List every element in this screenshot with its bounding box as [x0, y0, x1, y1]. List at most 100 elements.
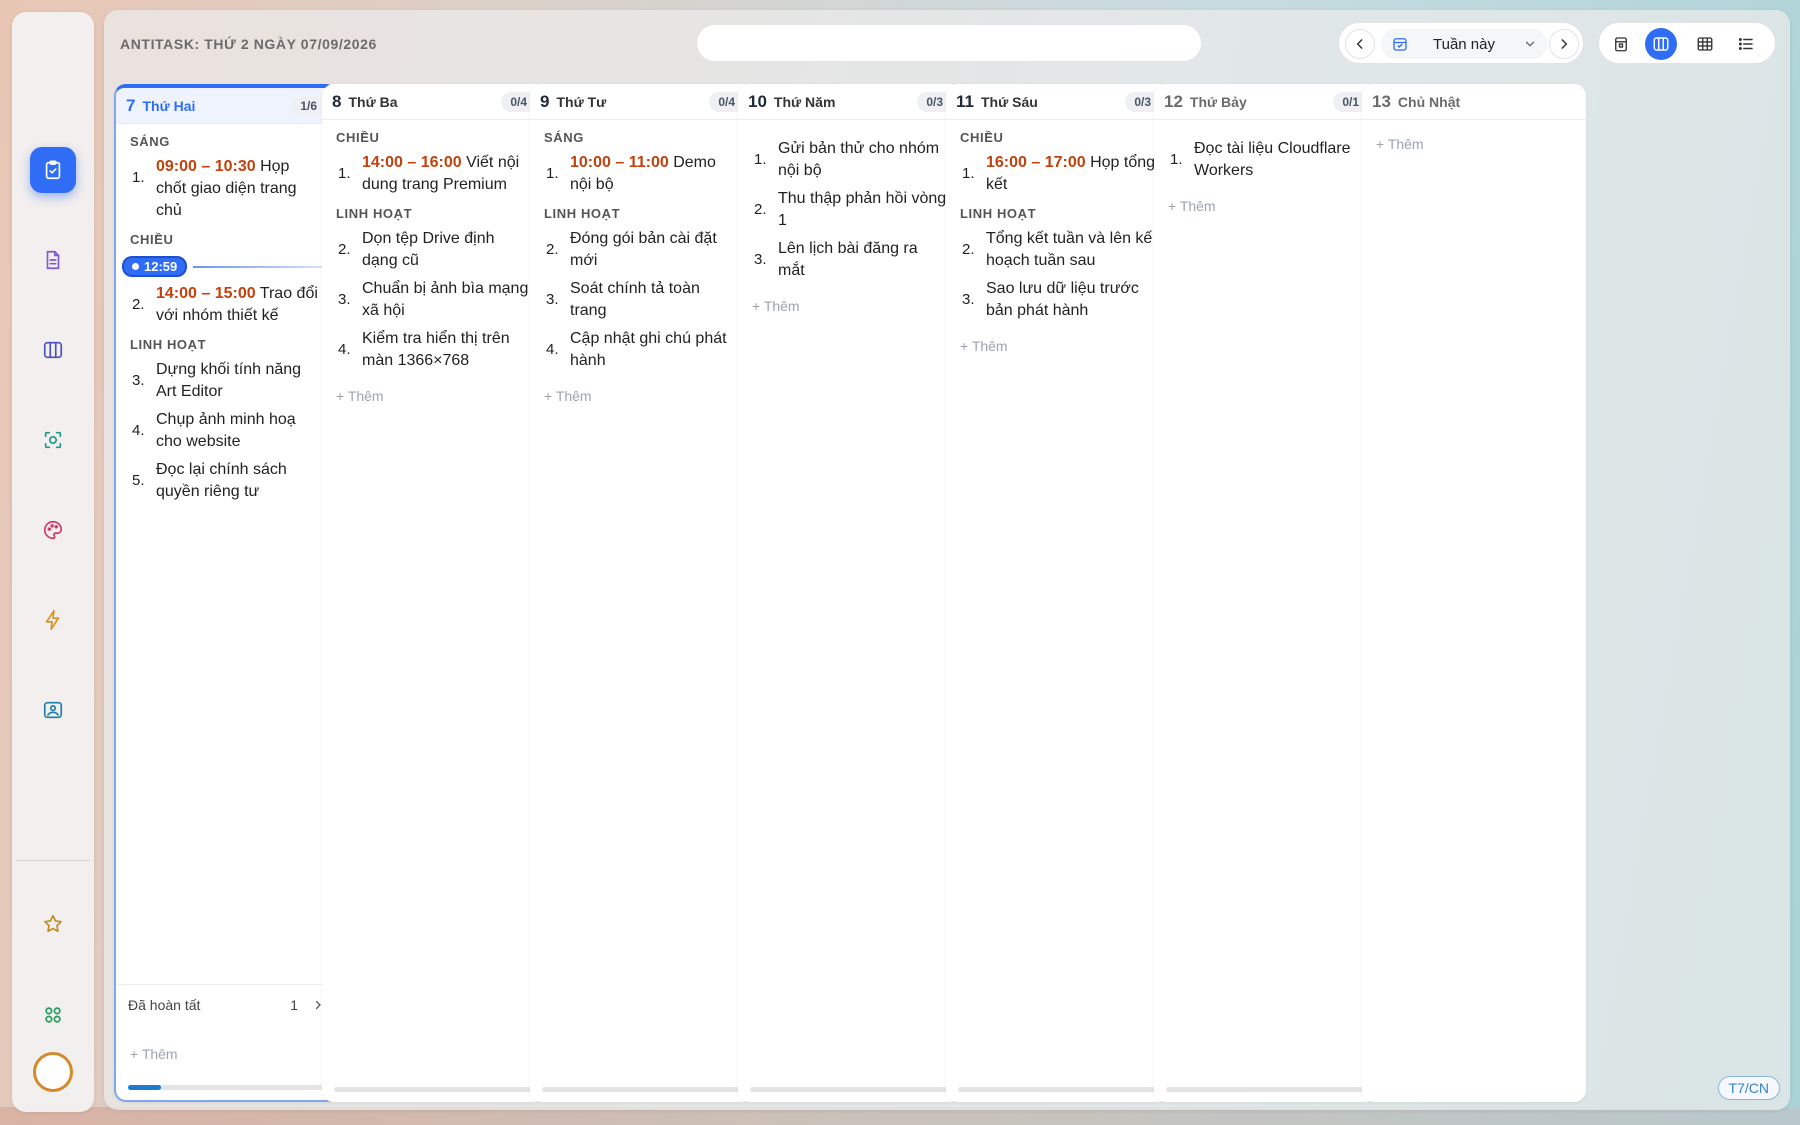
palette-icon	[44, 520, 63, 540]
star-icon	[44, 914, 62, 933]
task-text: 14:00 – 15:00 Trao đổi với nhóm thiết kế	[156, 283, 322, 327]
task-item[interactable]: 1. 09:00 – 10:30 Họp chốt giao diện trang…	[116, 156, 336, 222]
task-item[interactable]: 2. Tổng kết tuần và lên kế hoạch tuần sau	[946, 228, 1170, 272]
task-item[interactable]: 1. 10:00 – 11:00 Demo nội bộ	[530, 152, 754, 196]
list-view-button[interactable]	[1730, 28, 1762, 60]
day-column: 8 Thứ Ba 0/4 CHIỀU 1. 14:00 – 16:00 Viết nội …	[322, 84, 546, 1102]
task-item[interactable]: 3. Sao lưu dữ liệu trước bản phát hành	[946, 278, 1170, 322]
week-view-button[interactable]	[1645, 28, 1677, 60]
board-nav-button[interactable]	[30, 327, 76, 373]
progress-bar	[1166, 1087, 1366, 1092]
apps-nav-button[interactable]	[30, 992, 76, 1038]
task-item[interactable]: 2. Thu thập phản hồi vòng 1	[738, 188, 962, 232]
prev-week-button[interactable]	[1345, 29, 1375, 59]
task-item[interactable]: 2. Dọn tệp Drive định dạng cũ	[322, 228, 546, 272]
calendar-check-icon	[1393, 38, 1407, 51]
day-number: 7	[126, 95, 136, 115]
gallery-nav-button[interactable]	[30, 687, 76, 733]
task-number: 1.	[338, 165, 351, 182]
current-time-indicator: 12:59	[122, 256, 326, 277]
scan-nav-button[interactable]	[30, 417, 76, 463]
task-text: Sao lưu dữ liệu trước bản phát hành	[986, 278, 1156, 322]
completed-count: 1	[290, 996, 298, 1013]
add-task-button[interactable]: + Thêm	[1362, 136, 1586, 152]
task-number: 2.	[132, 296, 145, 313]
task-title: Đóng gói bản cài đặt mới	[570, 230, 717, 269]
task-number: 1.	[1170, 151, 1183, 168]
day-header[interactable]: 8 Thứ Ba 0/4	[322, 84, 546, 120]
day-view-button[interactable]	[1605, 28, 1637, 60]
documents-nav-button[interactable]	[30, 237, 76, 283]
day-header[interactable]: 10 Thứ Năm 0/3	[738, 84, 962, 120]
task-item[interactable]: 2. 14:00 – 15:00 Trao đổi với nhóm thiết …	[116, 283, 336, 327]
add-task-button[interactable]: + Thêm	[322, 388, 546, 404]
section-label: LINH HOẠT	[336, 206, 413, 221]
day-header[interactable]: 7 Thứ Hai 1/6	[116, 88, 336, 124]
task-text: 16:00 – 17:00 Họp tổng kết	[986, 152, 1156, 196]
current-time: 12:59	[144, 259, 178, 274]
day-header[interactable]: 13 Chủ Nhật	[1362, 84, 1586, 120]
day-name: Thứ Năm	[773, 93, 836, 110]
task-text: 10:00 – 11:00 Demo nội bộ	[570, 152, 740, 196]
section-label: CHIỀU	[336, 130, 380, 145]
avatar[interactable]	[33, 1052, 73, 1092]
add-task-button[interactable]: + Thêm	[530, 388, 754, 404]
task-item[interactable]: 4. Cập nhật ghi chú phát hành	[530, 328, 754, 372]
task-number: 1.	[132, 169, 145, 186]
task-item[interactable]: 3. Soát chính tả toàn trang	[530, 278, 754, 322]
day-name: Thứ Sáu	[980, 93, 1038, 110]
week-select[interactable]: Tuần này	[1381, 29, 1547, 59]
task-number: 3.	[338, 291, 351, 308]
task-text: 09:00 – 10:30 Họp chốt giao diện trang c…	[156, 156, 322, 222]
task-item[interactable]: 1. 14:00 – 16:00 Viết nội dung trang Prem…	[322, 152, 546, 196]
day-name: Thứ Bảy	[1189, 93, 1247, 110]
document-icon	[46, 250, 60, 270]
task-number: 1.	[962, 165, 975, 182]
task-item[interactable]: 2. Đóng gói bản cài đặt mới	[530, 228, 754, 272]
task-text: 14:00 – 16:00 Viết nội dung trang Premiu…	[362, 152, 532, 196]
task-item[interactable]: 1. Đọc tài liệu Cloudflare Workers	[1154, 138, 1378, 182]
task-number: 4.	[338, 341, 351, 358]
apps-icon	[45, 1007, 61, 1023]
section-label: SÁNG	[130, 134, 170, 149]
task-item[interactable]: 3. Lên lịch bài đăng ra mắt	[738, 238, 962, 282]
task-item[interactable]: 1. 16:00 – 17:00 Họp tổng kết	[946, 152, 1170, 196]
add-task-button[interactable]: + Thêm	[130, 1046, 178, 1062]
task-text: Cập nhật ghi chú phát hành	[570, 328, 740, 372]
weekend-toggle[interactable]: T7/CN	[1717, 1076, 1780, 1100]
tasks-nav-button[interactable]	[30, 147, 76, 193]
task-item[interactable]: 3. Dựng khối tính năng Art Editor	[116, 359, 336, 403]
task-item[interactable]: 4. Chụp ảnh minh hoạ cho website	[116, 409, 336, 453]
day-header[interactable]: 9 Thứ Tư 0/4	[530, 84, 754, 120]
day-column: 12 Thứ Bảy 0/1 1. Đọc tài liệu Cloudflare Wo…	[1154, 84, 1378, 1102]
add-task-button[interactable]: + Thêm	[1154, 198, 1378, 214]
add-task-button[interactable]: + Thêm	[738, 298, 962, 314]
task-time: 10:00 – 11:00	[570, 154, 669, 171]
day-column: 7 Thứ Hai 1/6 SÁNG 1. 09:00 – 10:30 Họp chốt …	[114, 84, 338, 1102]
automation-nav-button[interactable]	[30, 597, 76, 643]
task-item[interactable]: 4. Kiểm tra hiển thị trên màn 1366×768	[322, 328, 546, 372]
day-name: Thứ Hai	[142, 97, 196, 114]
day-number: 9	[540, 91, 550, 111]
completed-section[interactable]: Đã hoàn tất 1	[116, 984, 336, 1024]
next-week-button[interactable]	[1549, 29, 1579, 59]
search-input[interactable]	[696, 24, 1202, 62]
task-number: 2.	[962, 241, 975, 258]
task-title: Đọc tài liệu Cloudflare Workers	[1194, 140, 1351, 179]
task-time: 14:00 – 15:00	[156, 285, 256, 302]
add-task-button[interactable]: + Thêm	[946, 338, 1170, 354]
task-item[interactable]: 1. Gửi bản thử cho nhóm nội bộ	[738, 138, 962, 182]
section-label: LINH HOẠT	[960, 206, 1037, 221]
day-header[interactable]: 11 Thứ Sáu 0/3	[946, 84, 1170, 120]
task-item[interactable]: 3. Chuẩn bị ảnh bìa mạng xã hội	[322, 278, 546, 322]
page-title: ANTITASK: THỨ 2 NGÀY 07/09/2026	[120, 36, 377, 52]
favorites-nav-button[interactable]	[30, 901, 76, 947]
day-header[interactable]: 12 Thứ Bảy 0/1	[1154, 84, 1378, 120]
month-view-button[interactable]	[1689, 28, 1721, 60]
palette-nav-button[interactable]	[30, 507, 76, 553]
task-item[interactable]: 5. Đọc lại chính sách quyền riêng tư	[116, 459, 336, 503]
sidebar	[12, 12, 94, 1112]
main-panel: ANTITASK: THỨ 2 NGÀY 07/09/2026 Tuần này	[104, 10, 1790, 1110]
task-text: Đọc lại chính sách quyền riêng tư	[156, 459, 322, 503]
week-select-label: Tuần này	[1433, 35, 1495, 53]
